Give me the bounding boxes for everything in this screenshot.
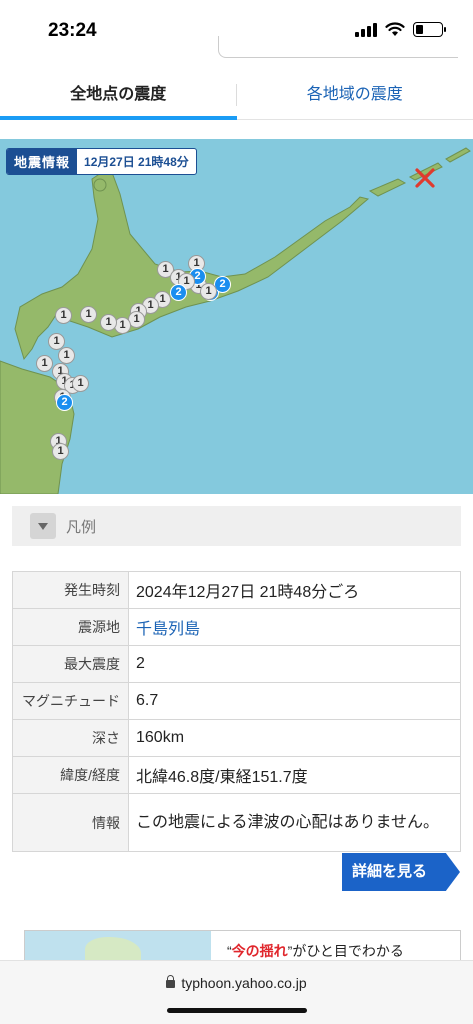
intensity-marker[interactable]: 2: [170, 284, 187, 301]
map-header-time: 12月27日 21時48分: [84, 155, 189, 169]
url-display[interactable]: typhoon.yahoo.co.jp: [0, 975, 473, 991]
row-value-magnitude: 6.7: [128, 682, 461, 720]
intensity-marker[interactable]: 1: [200, 283, 217, 300]
browser-url-bar[interactable]: typhoon.yahoo.co.jp: [0, 960, 473, 1024]
view-details-button[interactable]: 詳細を見る: [342, 853, 460, 891]
epicenter-link[interactable]: 千島列島: [128, 608, 461, 646]
row-label-info: 情報: [12, 793, 129, 852]
table-row: 最大震度 2: [12, 645, 461, 683]
status-time: 23:24: [48, 20, 97, 41]
battery-icon: [413, 22, 446, 37]
intensity-marker[interactable]: 1: [58, 347, 75, 364]
table-row: マグニチュード 6.7: [12, 682, 461, 720]
legend-toggle-bar[interactable]: 凡例: [12, 506, 461, 546]
table-row: 震源地 千島列島: [12, 608, 461, 646]
wifi-icon: [385, 22, 405, 36]
banner-text: “今の揺れ”がひと目でわかる: [227, 941, 404, 961]
map-header: 地震情報 12月27日 21時48分: [6, 148, 197, 175]
intensity-marker[interactable]: 2: [56, 394, 73, 411]
home-indicator[interactable]: [167, 1008, 307, 1013]
row-label-magnitude: マグニチュード: [12, 682, 129, 720]
signal-icon: [355, 22, 377, 37]
intensity-marker[interactable]: 1: [72, 375, 89, 392]
row-value-coordinates: 北緯46.8度/東経151.7度: [128, 756, 461, 794]
map-header-label: 地震情報: [7, 149, 78, 174]
intensity-marker[interactable]: 1: [36, 355, 53, 372]
triangle-down-icon[interactable]: [30, 513, 56, 539]
tab-divider: [236, 84, 237, 106]
intensity-marker[interactable]: 1: [52, 443, 69, 460]
table-row: 情報 この地震による津波の心配はありません。: [12, 793, 461, 852]
row-label-max-intensity: 最大震度: [12, 645, 129, 683]
promo-banner[interactable]: “今の揺れ”がひと目でわかる: [24, 930, 461, 964]
intensity-marker[interactable]: 1: [80, 306, 97, 323]
battery-level: [416, 25, 424, 34]
url-text: typhoon.yahoo.co.jp: [181, 975, 307, 991]
search-field-edge[interactable]: [218, 36, 458, 58]
epicenter-cross-icon: [415, 168, 435, 188]
table-row: 発生時刻 2024年12月27日 21時48分ごろ: [12, 571, 461, 609]
table-row: 深さ 160km: [12, 719, 461, 757]
intensity-marker[interactable]: 1: [100, 314, 117, 331]
tab-each-region[interactable]: 各地域の震度: [237, 72, 473, 119]
row-label-coordinates: 緯度/経度: [12, 756, 129, 794]
row-value-info: この地震による津波の心配はありません。: [128, 793, 461, 852]
intensity-marker[interactable]: 1: [55, 307, 72, 324]
quake-info-table: 発生時刻 2024年12月27日 21時48分ごろ 震源地 千島列島 最大震度 …: [12, 571, 461, 852]
status-icons: [355, 22, 446, 37]
seismic-intensity-map[interactable]: 地震情報 12月27日 21時48分 111121222111111111111…: [0, 139, 473, 494]
banner-highlight: 今の揺れ: [231, 943, 288, 959]
row-value-max-intensity: 2: [128, 645, 461, 683]
row-label-depth: 深さ: [12, 719, 129, 757]
legend-label: 凡例: [66, 518, 97, 536]
row-value-time: 2024年12月27日 21時48分ごろ: [128, 571, 461, 609]
row-label-time: 発生時刻: [12, 571, 129, 609]
lock-icon: [166, 975, 176, 988]
table-row: 緯度/経度 北緯46.8度/東経151.7度: [12, 756, 461, 794]
row-value-depth: 160km: [128, 719, 461, 757]
tab-all-points[interactable]: 全地点の震度: [0, 72, 237, 120]
row-label-epicenter: 震源地: [12, 608, 129, 646]
banner-tagline: がひと目でわかる: [292, 943, 404, 959]
